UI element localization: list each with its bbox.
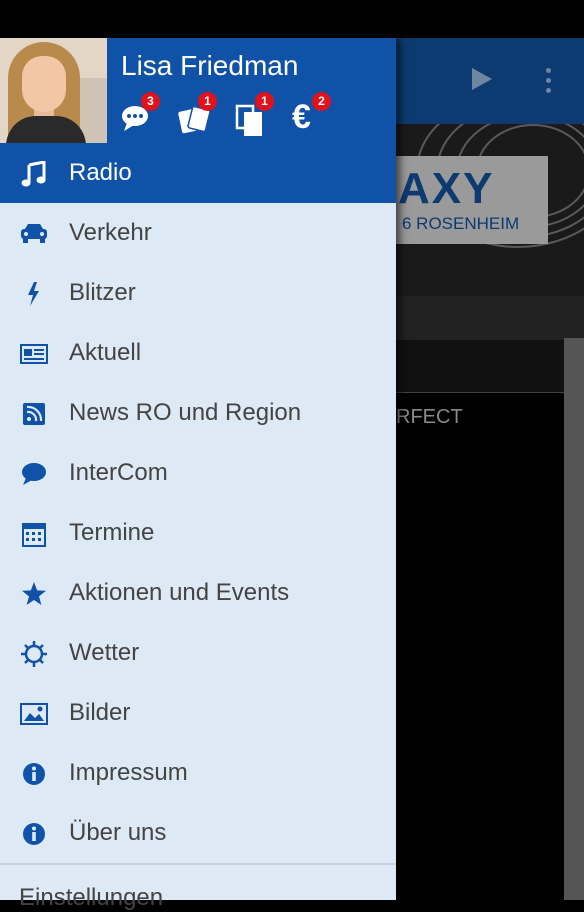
menu-item-aktuell[interactable]: Aktuell	[0, 323, 396, 383]
menu-item-label: Impressum	[69, 759, 188, 786]
status-bar	[0, 0, 584, 38]
car-icon	[21, 224, 47, 243]
tickets-button[interactable]: 1	[178, 92, 217, 134]
menu-item-bilder[interactable]: Bilder	[0, 683, 396, 743]
now-playing-panel	[396, 392, 564, 901]
more-icon[interactable]	[546, 68, 552, 94]
newspaper-icon	[20, 344, 48, 364]
menu-item-label: Blitzer	[69, 279, 136, 306]
badge-count: 1	[198, 92, 217, 111]
menu-item-ueber-uns[interactable]: Über uns	[0, 803, 396, 863]
navigation-drawer: Lisa Friedman 3 1 1 € 2 Radio Verkehr Bl…	[0, 38, 396, 911]
menu-item-label: Über uns	[69, 819, 167, 846]
rss-icon	[23, 403, 45, 425]
background-strip	[396, 296, 584, 340]
payments-button[interactable]: € 2	[292, 92, 331, 136]
menu-item-wetter[interactable]: Wetter	[0, 623, 396, 683]
menu-item-label: Radio	[69, 159, 132, 186]
settings-item[interactable]: Einstellungen	[19, 884, 163, 912]
background-scrollbar	[564, 338, 584, 900]
badge-count: 3	[141, 92, 160, 111]
speech-bubble-icon	[22, 463, 46, 485]
menu-item-termine[interactable]: Termine	[0, 503, 396, 563]
menu-item-label: Bilder	[69, 699, 131, 726]
menu-item-label: Aktionen und Events	[69, 579, 290, 606]
menu-list: Radio Verkehr Blitzer Aktuell News RO un…	[0, 143, 396, 863]
calendar-icon	[22, 523, 46, 547]
user-name: Lisa Friedman	[121, 50, 299, 81]
menu-item-label: Termine	[69, 519, 155, 546]
info-icon	[23, 823, 45, 845]
music-note-icon	[21, 161, 46, 187]
menu-item-label: News RO und Region	[69, 399, 302, 426]
divider	[0, 863, 396, 865]
station-logo: AXY 6 ROSENHEIM	[396, 156, 548, 244]
menu-item-label: Aktuell	[69, 339, 142, 366]
background-app: AXY 6 ROSENHEIM RFECT	[396, 38, 584, 901]
menu-item-label: Verkehr	[69, 219, 152, 246]
now-playing-text: RFECT	[396, 406, 463, 428]
lightning-icon	[28, 282, 39, 306]
menu-item-label: InterCom	[69, 459, 168, 486]
badge-count: 2	[312, 92, 331, 111]
sun-icon	[21, 641, 47, 667]
messages-button[interactable]: 3	[121, 92, 160, 134]
documents-button[interactable]: 1	[235, 92, 274, 136]
menu-item-label: Wetter	[69, 639, 140, 666]
profile-header[interactable]: Lisa Friedman 3 1 1 € 2	[0, 38, 396, 143]
menu-item-radio[interactable]: Radio	[0, 143, 396, 203]
avatar[interactable]	[0, 38, 107, 143]
menu-item-impressum[interactable]: Impressum	[0, 743, 396, 803]
menu-item-news-ro[interactable]: News RO und Region	[0, 383, 396, 443]
image-icon	[20, 703, 48, 725]
play-icon[interactable]	[472, 68, 492, 90]
menu-item-intercom[interactable]: InterCom	[0, 443, 396, 503]
info-icon	[23, 763, 45, 785]
badge-count: 1	[255, 92, 274, 111]
menu-item-verkehr[interactable]: Verkehr	[0, 203, 396, 263]
euro-icon: €	[292, 98, 311, 136]
logo-subtext: 6 ROSENHEIM	[402, 214, 520, 233]
star-icon	[22, 582, 46, 605]
menu-item-aktionen[interactable]: Aktionen und Events	[0, 563, 396, 623]
background-toolbar	[396, 38, 584, 124]
logo-text: AXY	[398, 164, 495, 213]
menu-item-blitzer[interactable]: Blitzer	[0, 263, 396, 323]
